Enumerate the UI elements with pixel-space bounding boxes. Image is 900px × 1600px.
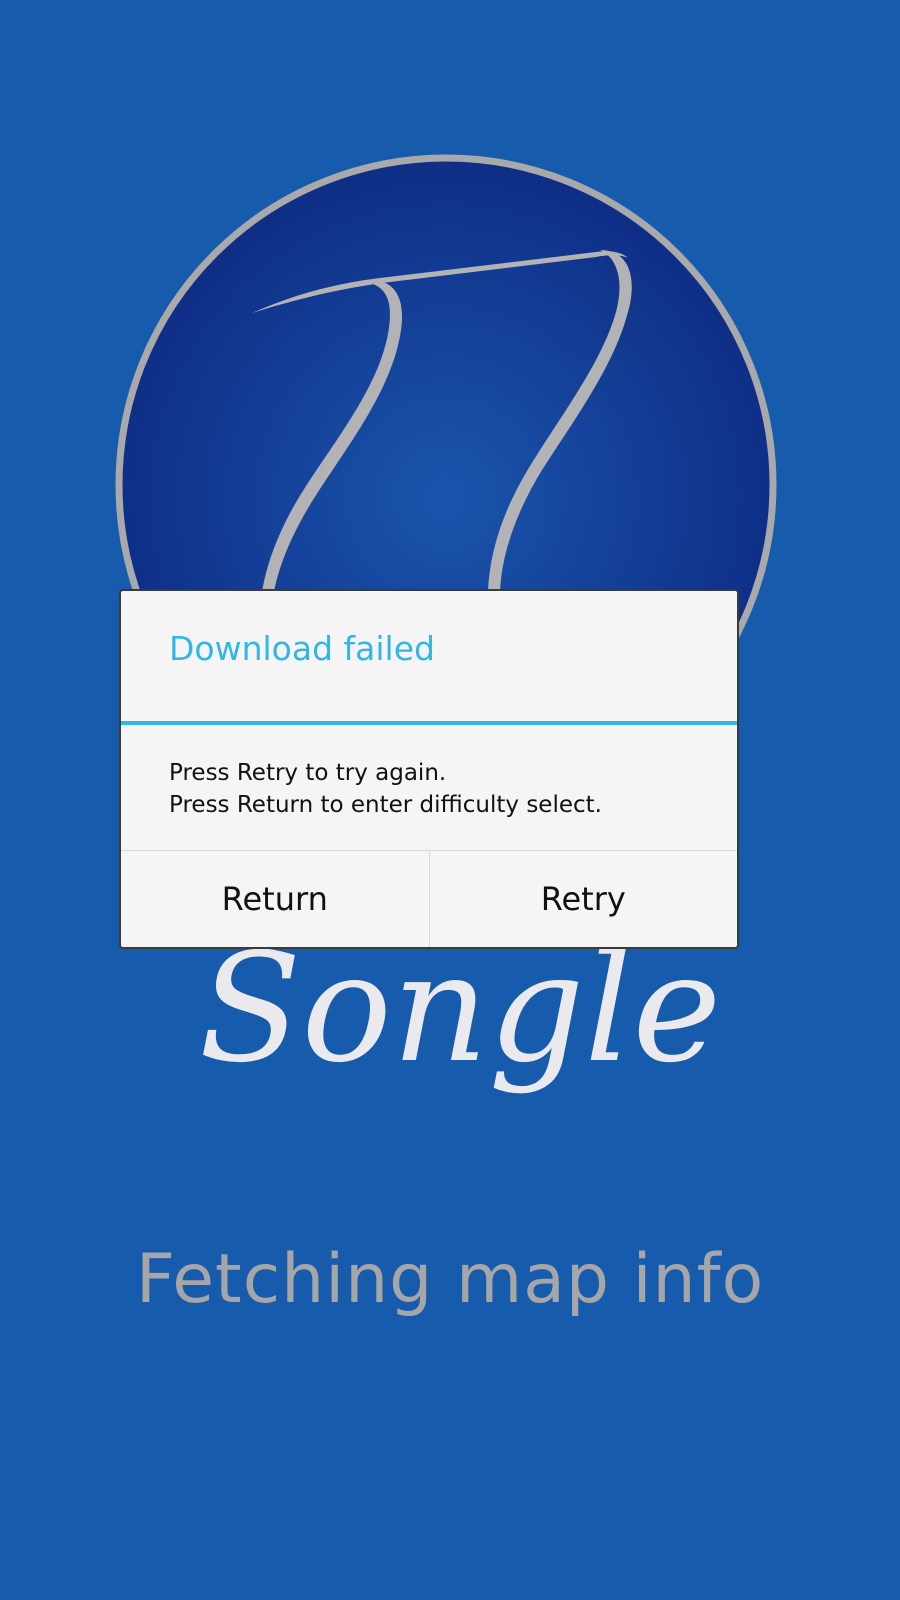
dialog-message-line: Press Retry to try again.: [169, 760, 447, 786]
dialog-message: Press Retry to try again. Press Return t…: [169, 757, 717, 821]
dialog-message-line: Press Return to enter difficulty select.: [169, 792, 602, 818]
download-failed-dialog: Download failed Press Retry to try again…: [119, 589, 739, 949]
loading-status-text: Fetching map info: [135, 1240, 765, 1319]
dialog-title-divider: [121, 721, 737, 725]
dialog-button-bar: Return Retry: [121, 850, 737, 947]
retry-button[interactable]: Retry: [428, 851, 738, 947]
return-button[interactable]: Return: [121, 851, 429, 947]
dialog-title: Download failed: [169, 629, 435, 668]
